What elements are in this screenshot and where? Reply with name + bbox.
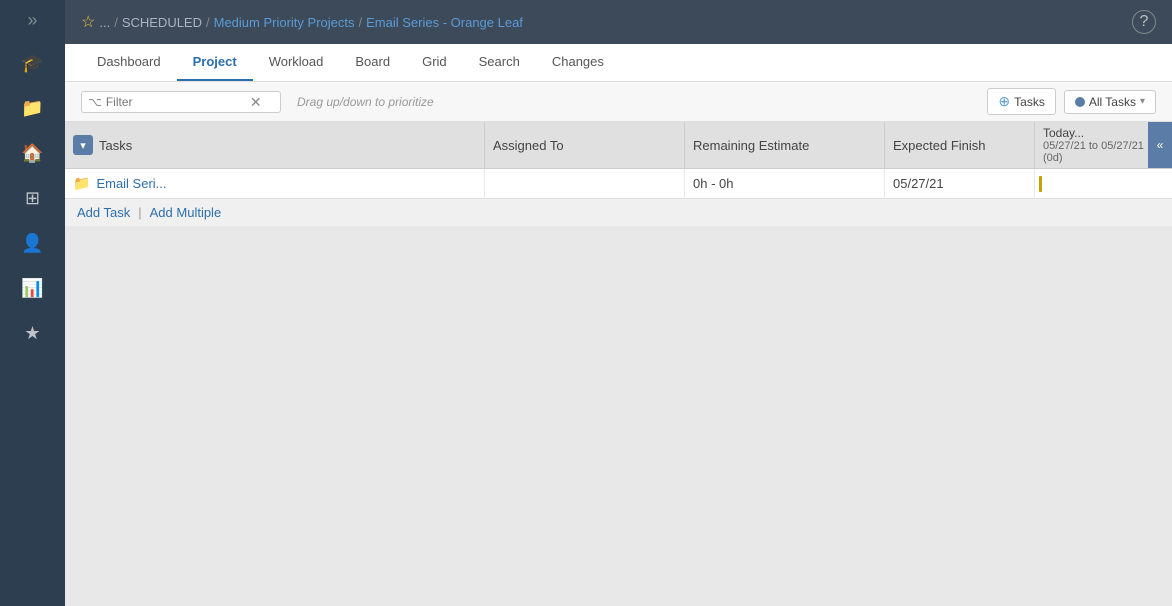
tasks-column-header: Tasks (99, 138, 132, 153)
breadcrumb-sep1: / (114, 15, 118, 30)
add-row: Add Task | Add Multiple (65, 199, 1172, 226)
main-content: ☆ ... / SCHEDULED / Medium Priority Proj… (65, 0, 1172, 606)
sidebar-item-graduation[interactable]: 🎓 (0, 41, 65, 86)
header: ☆ ... / SCHEDULED / Medium Priority Proj… (65, 0, 1172, 44)
breadcrumb-sep2: / (206, 15, 210, 30)
add-multiple-link[interactable]: Add Multiple (150, 205, 222, 220)
tab-board[interactable]: Board (339, 44, 406, 81)
user-clock-icon: 👤 (21, 233, 43, 254)
task-name-link[interactable]: Email Seri... (96, 176, 166, 191)
cell-remaining-estimate: 0h - 0h (685, 169, 885, 198)
sidebar-item-userclock[interactable]: 👤 (0, 221, 65, 266)
sidebar-item-home[interactable]: 🏠 (0, 131, 65, 176)
tasks-add-icon: ⊕ (998, 93, 1010, 110)
cell-task-name: 📁 Email Seri... (65, 169, 485, 198)
all-tasks-button[interactable]: All Tasks ▾ (1064, 90, 1156, 114)
folder-nav-icon: 📁 (21, 98, 43, 119)
task-folder-icon: 📁 (73, 175, 90, 192)
all-tasks-dot-icon (1075, 97, 1085, 107)
sidebar-item-star[interactable]: ★ (0, 311, 65, 356)
filter-icon: ⌥ (88, 95, 102, 109)
grid-icon: ⊞ (25, 188, 40, 209)
filter-box[interactable]: ⌥ ✕ (81, 91, 281, 113)
filter-clear-button[interactable]: ✕ (250, 95, 262, 109)
breadcrumb: ☆ ... / SCHEDULED / Medium Priority Proj… (81, 12, 523, 32)
expected-finish-value: 05/27/21 (893, 176, 944, 191)
tab-workload[interactable]: Workload (253, 44, 340, 81)
cell-gantt (1035, 169, 1172, 198)
help-icon: ? (1140, 13, 1149, 31)
breadcrumb-email-series[interactable]: Email Series - Orange Leaf (366, 15, 523, 30)
tab-dashboard[interactable]: Dashboard (81, 44, 177, 81)
table-row: 📁 Email Seri... 0h - 0h 05/27/21 (65, 169, 1172, 199)
toolbar: ⌥ ✕ Drag up/down to prioritize ⊕ Tasks A… (65, 82, 1172, 122)
tasks-button-label: Tasks (1014, 95, 1045, 109)
assigned-to-column-label: Assigned To (493, 138, 564, 153)
project-grid: ▾ Tasks Assigned To Remaining Estimate E… (65, 122, 1172, 606)
tab-bar: Dashboard Project Workload Board Grid Se… (65, 44, 1172, 82)
tasks-button[interactable]: ⊕ Tasks (987, 88, 1055, 115)
gantt-collapse-button[interactable]: « (1148, 122, 1172, 168)
tab-changes[interactable]: Changes (536, 44, 620, 81)
favorite-star-icon[interactable]: ☆ (81, 12, 95, 32)
col-expected-header: Expected Finish (885, 122, 1035, 168)
filter-input[interactable] (106, 95, 246, 109)
col-remaining-header: Remaining Estimate (685, 122, 885, 168)
gantt-today-label: Today... (1043, 126, 1084, 140)
grid-header-row: ▾ Tasks Assigned To Remaining Estimate E… (65, 122, 1172, 169)
toolbar-right: ⊕ Tasks All Tasks ▾ (987, 88, 1156, 115)
sidebar-expand-button[interactable]: » (0, 0, 65, 41)
tab-grid[interactable]: Grid (406, 44, 463, 81)
col-tasks-header: ▾ Tasks (65, 122, 485, 168)
add-task-link[interactable]: Add Task (77, 205, 130, 220)
sidebar-item-chart[interactable]: 📊 (0, 266, 65, 311)
tab-search[interactable]: Search (463, 44, 536, 81)
sidebar-item-grid[interactable]: ⊞ (0, 176, 65, 221)
sidebar: » 🎓 📁 🏠 ⊞ 👤 📊 ★ (0, 0, 65, 606)
cell-expected-finish: 05/27/21 (885, 169, 1035, 198)
add-separator: | (138, 205, 141, 220)
breadcrumb-scheduled[interactable]: SCHEDULED (122, 15, 202, 30)
tab-project[interactable]: Project (177, 44, 253, 81)
gantt-bar (1039, 176, 1042, 192)
cell-assigned-to (485, 169, 685, 198)
breadcrumb-ellipsis[interactable]: ... (99, 15, 110, 30)
remaining-estimate-column-label: Remaining Estimate (693, 138, 809, 153)
help-button[interactable]: ? (1132, 10, 1156, 34)
col-gantt-header: Today... 05/27/21 to 05/27/21 (0d) « (1035, 122, 1172, 168)
all-tasks-label: All Tasks (1089, 95, 1136, 109)
chart-bar-icon: 📊 (21, 278, 43, 299)
all-tasks-dropdown-arrow-icon: ▾ (1140, 96, 1145, 107)
expected-finish-column-label: Expected Finish (893, 138, 986, 153)
drag-hint-text: Drag up/down to prioritize (289, 95, 979, 109)
breadcrumb-sep3: / (359, 15, 363, 30)
sidebar-item-folder[interactable]: 📁 (0, 86, 65, 131)
expand-icon: » (27, 10, 37, 31)
col-assigned-header: Assigned To (485, 122, 685, 168)
breadcrumb-medium-priority[interactable]: Medium Priority Projects (214, 15, 355, 30)
remaining-value: 0h - 0h (693, 176, 733, 191)
gantt-date-range: 05/27/21 to 05/27/21 (0d) (1043, 140, 1164, 164)
graduation-icon: 🎓 (21, 53, 43, 74)
star-icon: ★ (24, 323, 40, 344)
tasks-collapse-button[interactable]: ▾ (73, 135, 93, 155)
home-icon: 🏠 (21, 143, 43, 164)
